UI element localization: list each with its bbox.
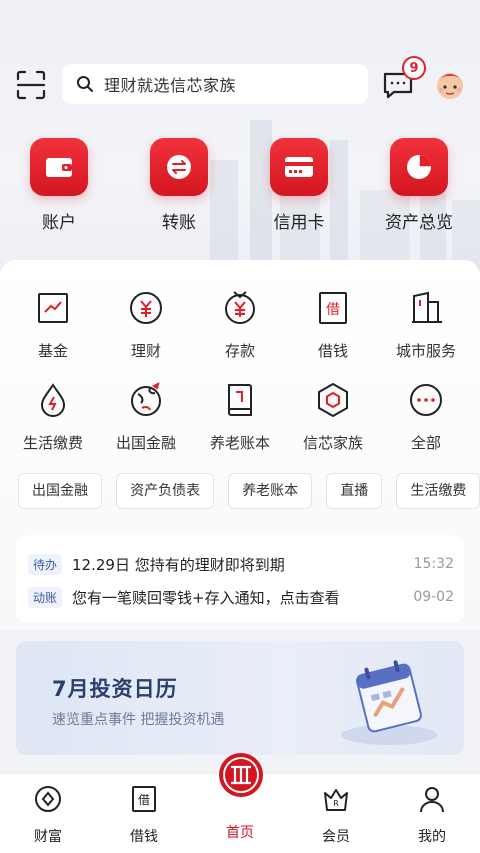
chip-live[interactable]: 直播 — [326, 473, 383, 509]
wealth-yen-icon — [130, 292, 162, 324]
service-label: 信芯家族 — [302, 434, 363, 452]
svg-text:R: R — [333, 799, 339, 808]
primary-action-label: 资产总览 — [385, 213, 453, 233]
service-wealth[interactable]: 理财 — [98, 288, 194, 361]
tab-loan[interactable]: 借 借钱 — [96, 784, 192, 846]
transfer-icon — [167, 155, 191, 179]
notice-tag: 动账 — [28, 586, 63, 608]
search-bar[interactable]: 理财就选信芯家族 — [62, 64, 368, 104]
svg-text:借: 借 — [138, 793, 150, 807]
service-utilities[interactable]: 生活缴费 — [5, 380, 101, 453]
credit-card-icon — [285, 157, 313, 177]
service-label: 出国金融 — [115, 434, 176, 452]
chip-balance-sheet[interactable]: 资产负债表 — [116, 473, 215, 509]
services-card: 基金 理财 存款 借 借钱 城市服务 生活缴费 出国金融 养老账本 信芯家族 全… — [0, 260, 480, 630]
primary-actions: 账户 转账 信用卡 资产总览 — [0, 138, 480, 238]
pie-chart-icon — [407, 155, 431, 179]
city-building-icon — [412, 291, 442, 323]
citic-logo-icon[interactable] — [218, 752, 264, 798]
service-label: 生活缴费 — [22, 434, 83, 452]
chip-overseas[interactable]: 出国金融 — [18, 473, 102, 509]
loan-jie-icon: 借 — [319, 292, 347, 324]
primary-action-credit-card[interactable]: 信用卡 — [249, 138, 349, 233]
svg-text:借: 借 — [326, 302, 340, 318]
tab-label: 会员 — [322, 829, 350, 845]
tab-member[interactable]: R 会员 — [288, 784, 384, 846]
tab-label: 借钱 — [130, 829, 158, 845]
banner-title: 7月投资日历 — [52, 677, 178, 701]
loan-jie-icon: 借 — [132, 786, 156, 812]
banner-subtitle: 速览重点事件 把握投资机遇 — [52, 712, 225, 728]
tab-wealth[interactable]: 财富 — [0, 784, 96, 846]
service-label: 城市服务 — [395, 342, 456, 360]
service-label: 养老账本 — [209, 434, 270, 452]
notice-item[interactable]: 待办 12.29日 您持有的理财即将到期 15:32 — [28, 551, 454, 577]
notice-item[interactable]: 动账 您有一笔赎回零钱+存入通知，点击查看 09-02 — [28, 584, 454, 610]
service-label: 借钱 — [317, 342, 348, 360]
notice-text: 12.29日 您持有的理财即将到期 — [72, 555, 285, 574]
more-dots-icon — [410, 384, 442, 416]
tab-profile[interactable]: 我的 — [384, 784, 480, 846]
service-label: 全部 — [410, 434, 441, 452]
water-drop-icon — [40, 383, 66, 417]
primary-action-label: 信用卡 — [273, 213, 325, 233]
notice-time: 15:32 — [413, 556, 454, 572]
notice-time: 09-02 — [413, 589, 454, 605]
search-placeholder: 理财就选信芯家族 — [104, 76, 237, 95]
service-family[interactable]: 信芯家族 — [285, 380, 381, 453]
wallet-icon — [46, 158, 72, 177]
service-fund[interactable]: 基金 — [5, 288, 101, 361]
tab-label: 财富 — [34, 829, 62, 845]
bottom-tab-bar: 财富 借 借钱 首页 R 会员 我的 — [0, 753, 480, 853]
service-pension[interactable]: 养老账本 — [192, 380, 288, 453]
service-city[interactable]: 城市服务 — [378, 288, 474, 361]
service-deposit[interactable]: 存款 — [192, 288, 288, 361]
quick-chips: 出国金融 资产负债表 养老账本 直播 生活缴费 — [18, 473, 480, 511]
chip-utilities[interactable]: 生活缴费 — [396, 473, 480, 509]
service-label: 基金 — [37, 342, 68, 360]
fund-chart-icon — [38, 293, 68, 323]
hexagon-icon — [318, 382, 348, 418]
notification-badge: 9 — [402, 56, 426, 80]
wealth-coin-icon — [35, 786, 61, 812]
pension-book-icon — [228, 384, 252, 416]
service-overseas[interactable]: 出国金融 — [98, 380, 194, 453]
notice-tag: 待办 — [28, 553, 63, 575]
search-icon — [77, 76, 93, 92]
tab-label: 我的 — [418, 829, 446, 845]
scan-icon[interactable] — [14, 68, 48, 102]
primary-action-transfer[interactable]: 转账 — [129, 138, 229, 233]
chip-pension[interactable]: 养老账本 — [228, 473, 313, 509]
tab-label: 首页 — [226, 825, 254, 841]
service-all[interactable]: 全部 — [378, 380, 474, 453]
service-loan[interactable]: 借 借钱 — [285, 288, 381, 361]
notice-panel: 待办 12.29日 您持有的理财即将到期 15:32 动账 您有一笔赎回零钱+存… — [16, 535, 464, 623]
avatar[interactable] — [432, 66, 468, 102]
notice-text: 您有一笔赎回零钱+存入通知，点击查看 — [72, 588, 340, 607]
deposit-yen-icon — [225, 291, 255, 324]
top-bar: 理财就选信芯家族 9 — [0, 56, 480, 108]
globe-plane-icon — [131, 382, 161, 416]
primary-action-assets[interactable]: 资产总览 — [369, 138, 469, 233]
calendar-icon — [341, 660, 437, 745]
primary-action-label: 账户 — [42, 213, 76, 233]
investment-calendar-banner[interactable]: 7月投资日历 速览重点事件 把握投资机遇 — [16, 641, 464, 755]
profile-icon — [420, 787, 444, 813]
primary-action-label: 转账 — [162, 213, 196, 233]
service-label: 理财 — [130, 342, 161, 360]
member-crown-icon: R — [324, 789, 348, 811]
service-label: 存款 — [224, 342, 255, 360]
primary-action-account[interactable]: 账户 — [9, 138, 109, 233]
